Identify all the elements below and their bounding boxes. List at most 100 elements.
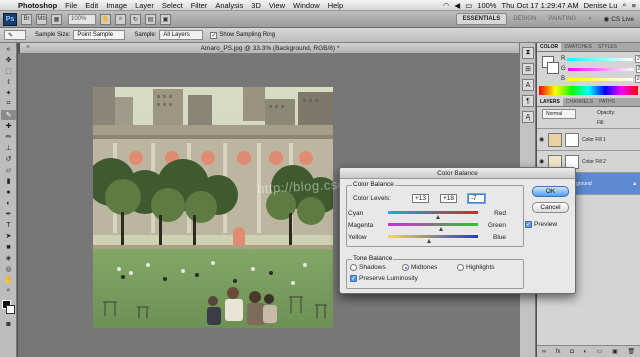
- history-icon[interactable]: ⧗: [522, 47, 534, 59]
- red-value[interactable]: 255: [635, 55, 640, 63]
- document-tab[interactable]: × Amaro_PS.jpg @ 33.3% (Background, RGB/…: [20, 43, 520, 54]
- menu-image[interactable]: Image: [102, 1, 131, 10]
- zoom-icon[interactable]: ⌕: [115, 13, 126, 25]
- menu-window[interactable]: Window: [289, 1, 324, 10]
- level-magenta-green-input[interactable]: +18: [440, 194, 457, 203]
- menu-layer[interactable]: Layer: [131, 1, 158, 10]
- preserve-luminosity-checkbox[interactable]: ✓ Preserve Luminosity: [350, 275, 418, 282]
- level-yellow-blue-input[interactable]: -7: [468, 194, 485, 203]
- menu-3d[interactable]: 3D: [247, 1, 265, 10]
- brush-tool-icon[interactable]: ✏: [1, 132, 16, 142]
- cs-live-button[interactable]: ◉ CS Live: [604, 15, 634, 24]
- document-image[interactable]: [93, 87, 333, 328]
- blur-tool-icon[interactable]: ●: [1, 187, 16, 197]
- blend-mode-select[interactable]: Normal: [542, 109, 576, 119]
- tab-swatches[interactable]: SWATCHES: [561, 43, 595, 51]
- dodge-tool-icon[interactable]: ◐: [1, 198, 16, 208]
- green-value[interactable]: 255: [635, 65, 640, 73]
- menu-photoshop[interactable]: Photoshop: [14, 1, 61, 10]
- panel-bg-swatch[interactable]: [547, 62, 559, 74]
- healing-brush-tool-icon[interactable]: ✚: [1, 121, 16, 131]
- arrange-documents-icon[interactable]: ▤: [145, 13, 156, 25]
- new-layer-icon[interactable]: ▣: [612, 348, 618, 355]
- 3d-rotate-tool-icon[interactable]: ◈: [1, 253, 16, 263]
- gradient-tool-icon[interactable]: ▮: [1, 176, 16, 186]
- brush-presets-icon[interactable]: A: [522, 79, 534, 91]
- tool-preset-picker[interactable]: ✎: [4, 30, 26, 40]
- layer-style-icon[interactable]: fx: [556, 349, 561, 355]
- midtones-radio-dot[interactable]: [402, 264, 409, 271]
- menu-edit[interactable]: Edit: [81, 1, 102, 10]
- workspace-painting[interactable]: PAINTING: [542, 13, 582, 25]
- cyan-red-slider-thumb[interactable]: [436, 215, 441, 219]
- lasso-tool-icon[interactable]: ℓ: [1, 77, 16, 87]
- pen-tool-icon[interactable]: ✒: [1, 209, 16, 219]
- paragraph-icon[interactable]: ¶: [522, 95, 534, 107]
- wifi-icon[interactable]: ◠: [443, 1, 450, 10]
- link-layers-icon[interactable]: ∞: [542, 349, 546, 355]
- history-brush-tool-icon[interactable]: ↺: [1, 154, 16, 164]
- magenta-green-slider[interactable]: [388, 223, 478, 231]
- minibridge-icon[interactable]: Mb: [36, 13, 47, 25]
- visibility-eye-icon[interactable]: ◉: [539, 136, 545, 143]
- blue-value[interactable]: 255: [635, 75, 640, 83]
- color-spectrum-bar[interactable]: [539, 86, 638, 95]
- clone-stamp-tool-icon[interactable]: ⊥: [1, 143, 16, 153]
- shadows-radio-dot[interactable]: [350, 264, 357, 271]
- layer-row-color-fill-1[interactable]: ◉ Color Fill 1: [537, 129, 640, 151]
- bridge-icon[interactable]: Br: [21, 13, 32, 25]
- magenta-green-slider-thumb[interactable]: [438, 227, 443, 231]
- crop-tool-icon[interactable]: ⌗: [1, 99, 16, 109]
- preview-checkbox[interactable]: ✓ Preview: [525, 221, 557, 228]
- yellow-blue-slider-thumb[interactable]: [427, 239, 432, 243]
- add-mask-icon[interactable]: ◘: [570, 349, 574, 355]
- blue-slider[interactable]: [567, 77, 634, 81]
- eraser-tool-icon[interactable]: ▱: [1, 165, 16, 175]
- close-document-icon[interactable]: ×: [26, 44, 30, 51]
- highlights-radio-dot[interactable]: [457, 264, 464, 271]
- zoom-level-select[interactable]: 100%: [68, 13, 96, 25]
- yellow-blue-slider[interactable]: [388, 235, 478, 243]
- tab-styles[interactable]: STYLES: [595, 43, 620, 51]
- menu-analysis[interactable]: Analysis: [211, 1, 247, 10]
- menu-select[interactable]: Select: [158, 1, 187, 10]
- background-color-swatch[interactable]: [6, 305, 15, 314]
- level-cyan-red-input[interactable]: +13: [412, 194, 429, 203]
- menu-file[interactable]: File: [61, 1, 81, 10]
- spotlight-icon[interactable]: ⌕: [622, 0, 626, 10]
- battery-icon[interactable]: ▭: [465, 1, 472, 10]
- hand-icon[interactable]: ✋: [100, 13, 111, 25]
- workspace-design[interactable]: DESIGN: [507, 13, 542, 25]
- tab-channels[interactable]: CHANNELS: [563, 98, 596, 106]
- adjustment-layer-icon[interactable]: ◐: [583, 349, 587, 355]
- cyan-red-slider[interactable]: [388, 211, 478, 219]
- 3d-orbit-tool-icon[interactable]: ◎: [1, 264, 16, 274]
- path-selection-tool-icon[interactable]: ➤: [1, 231, 16, 241]
- menu-help[interactable]: Help: [324, 1, 347, 10]
- panel-collapse-icon[interactable]: «: [1, 44, 16, 54]
- screen-mode-icon[interactable]: ▣: [160, 13, 171, 25]
- red-slider[interactable]: [567, 57, 634, 61]
- quick-select-tool-icon[interactable]: ✦: [1, 88, 16, 98]
- highlights-radio[interactable]: Highlights: [457, 264, 495, 271]
- preserve-luminosity-check[interactable]: ✓: [350, 275, 357, 282]
- shadows-radio[interactable]: Shadows: [350, 264, 386, 271]
- menu-view[interactable]: View: [265, 1, 289, 10]
- rotate-view-icon[interactable]: ↻: [130, 13, 141, 25]
- midtones-radio[interactable]: Midtones: [402, 264, 437, 271]
- volume-icon[interactable]: ◀: [454, 1, 460, 10]
- workspace-essentials[interactable]: ESSENTIALS: [455, 13, 508, 25]
- quick-mask-icon[interactable]: ◙: [1, 319, 16, 329]
- tab-layers[interactable]: LAYERS: [537, 98, 563, 106]
- preview-check[interactable]: ✓: [525, 221, 532, 228]
- menu-filter[interactable]: Filter: [187, 1, 212, 10]
- ok-button[interactable]: OK: [532, 186, 569, 197]
- type-tool-icon[interactable]: T: [1, 220, 16, 230]
- move-tool-icon[interactable]: ✥: [1, 55, 16, 65]
- cancel-button[interactable]: Cancel: [532, 202, 569, 213]
- shape-tool-icon[interactable]: ■: [1, 242, 16, 252]
- tab-color[interactable]: COLOR: [537, 43, 562, 51]
- hand-tool-icon[interactable]: ✋: [1, 275, 16, 285]
- workspace-more[interactable]: »: [582, 13, 597, 25]
- group-icon[interactable]: ▭: [597, 348, 603, 355]
